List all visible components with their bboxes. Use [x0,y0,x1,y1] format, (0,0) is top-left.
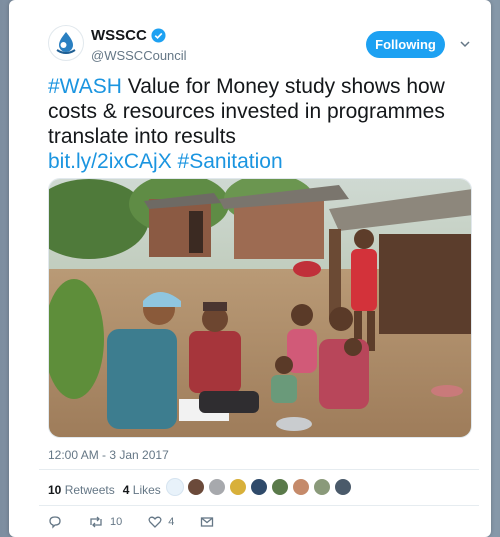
account-name-row: WSSCC [91,27,166,44]
following-button[interactable]: Following [366,31,445,58]
liker-avatar[interactable] [250,478,268,496]
liker-avatar[interactable] [292,478,310,496]
divider-bottom [39,505,479,506]
liker-avatar[interactable] [334,478,352,496]
retweets-stat[interactable]: 10 Retweets [48,483,115,497]
tweet-actions: 10 4 [48,515,240,529]
tweet-photo[interactable] [48,178,472,438]
reply-button[interactable] [48,515,62,529]
tweet-text: #WASH Value for Money study shows how co… [48,74,478,174]
liker-avatar[interactable] [187,478,205,496]
reply-icon [49,516,61,529]
retweets-label: Retweets [64,483,115,497]
retweet-count: 10 [110,516,123,528]
tweet-card: WSSCC @WSSCCouncil Following #WASH Value… [9,0,491,537]
retweet-button[interactable]: 10 [88,515,122,529]
account-handle[interactable]: @WSSCCouncil [91,48,187,63]
like-count: 4 [168,516,175,528]
liker-avatar[interactable] [271,478,289,496]
engagement-stats: 10 Retweets 4 Likes [48,483,161,497]
heart-icon [148,516,162,528]
retweet-icon [90,516,102,528]
like-button[interactable]: 4 [148,515,174,529]
divider-top [39,469,479,470]
message-icon [201,517,214,527]
hashtag-wash-link[interactable]: #WASH [48,75,122,98]
retweets-count: 10 [48,483,62,497]
wsscc-avatar[interactable] [48,25,84,61]
tweet-timestamp[interactable]: 12:00 AM - 3 Jan 2017 [48,448,169,462]
likes-stat[interactable]: 4 Likes [123,483,161,497]
village-photo-illustration [49,179,471,437]
wsscc-logo-icon [56,32,76,54]
liker-avatar[interactable] [166,478,184,496]
likes-label: Likes [132,483,161,497]
liker-avatar[interactable] [313,478,331,496]
hashtag-sanitation-link[interactable]: #Sanitation [178,150,283,173]
liker-avatar[interactable] [229,478,247,496]
direct-message-button[interactable] [200,515,214,529]
liker-avatar[interactable] [208,478,226,496]
account-name[interactable]: WSSCC [91,27,147,44]
liker-avatars [166,478,352,496]
likes-count: 4 [122,483,130,497]
short-url-link[interactable]: bit.ly/2ixCAjX [48,150,172,173]
verified-badge-icon [151,28,166,43]
chevron-down-icon[interactable] [459,38,471,50]
